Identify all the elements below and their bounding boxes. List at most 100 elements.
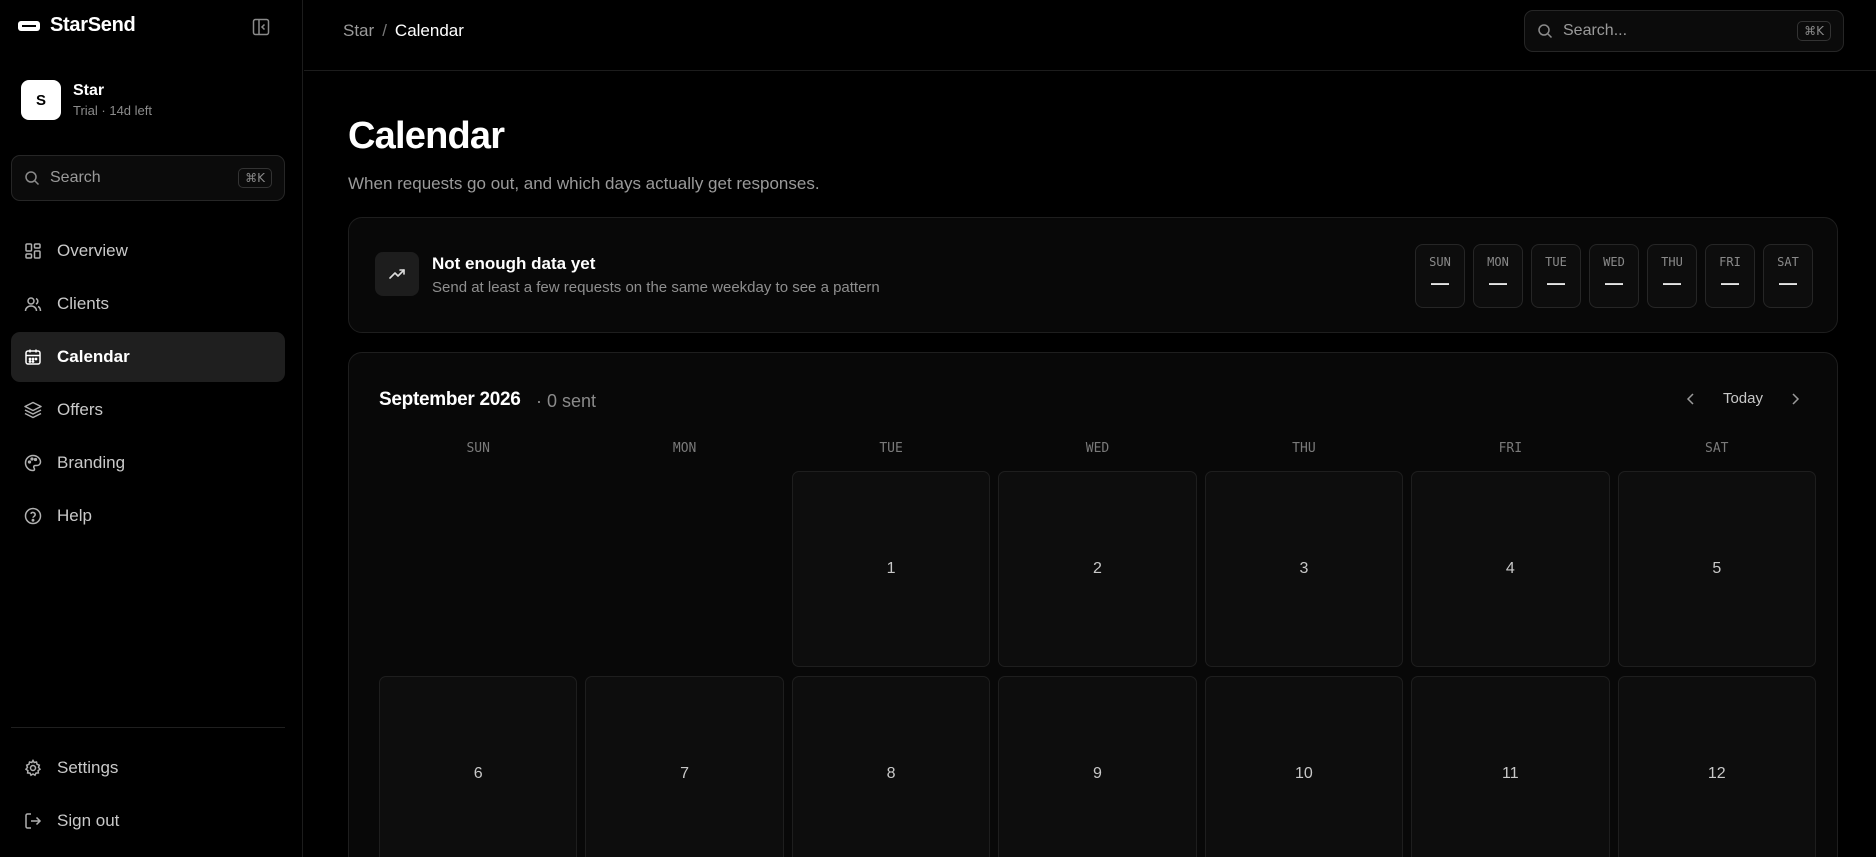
calendar-nav: Today [1683, 390, 1803, 407]
calendar-day-empty [585, 471, 783, 667]
help-circle-icon [23, 506, 43, 526]
weekday-header-row: SUN MON TUE WED THU FRI SAT [379, 441, 1816, 456]
search-icon [24, 170, 40, 186]
layers-icon [23, 400, 43, 420]
topbar: Star / Calendar Search... ⌘K [304, 0, 1876, 71]
weekday-stats: SUN — MON — TUE — WED — THU — FRI — SAT — [1415, 244, 1813, 308]
sidebar-item-sign-out[interactable]: Sign out [11, 796, 285, 846]
global-search[interactable]: Search... ⌘K [1524, 10, 1844, 52]
weekday-header: FRI [1498, 441, 1523, 456]
weekday-insight-card: Not enough data yet Send at least a few … [348, 217, 1838, 333]
calendar-day[interactable]: 10 [1204, 676, 1404, 857]
grid-icon [23, 241, 43, 261]
calendar-month-title: September 2026 [379, 389, 521, 410]
trending-up-icon [375, 252, 419, 296]
sign-out-icon [23, 811, 43, 831]
chevron-left-icon[interactable] [1683, 391, 1699, 407]
breadcrumb-item-calendar: Calendar [394, 21, 464, 40]
sidebar-divider [11, 727, 285, 728]
weekday-stat: THU — [1647, 244, 1697, 308]
sidebar-item-label: Clients [57, 294, 109, 313]
calendar-day[interactable]: 1 [791, 471, 991, 667]
calendar-icon [23, 347, 43, 367]
insight-title: Not enough data yet [432, 254, 596, 273]
calendar-day[interactable]: 4 [1411, 471, 1610, 667]
search-icon [1537, 23, 1553, 39]
sidebar-collapse-icon[interactable] [251, 17, 271, 37]
weekday-header: SAT [1705, 441, 1729, 456]
avatar: S [21, 80, 61, 120]
weekday-stat-label: THU [1661, 255, 1683, 269]
calendar-sent-count: · 0 sent [536, 391, 597, 411]
global-search-placeholder: Search... [1563, 22, 1628, 39]
sidebar-item-settings[interactable]: Settings [11, 743, 285, 793]
calendar-day[interactable]: 8 [791, 676, 991, 857]
page-subtitle: When requests go out, and which days act… [348, 174, 820, 193]
breadcrumb-item-star[interactable]: Star [343, 21, 374, 41]
weekday-stat-label: WED [1603, 255, 1625, 269]
calendar-day[interactable]: 9 [998, 676, 1197, 857]
calendar-day[interactable]: 7 [585, 676, 784, 857]
sidebar-item-label: Overview [57, 241, 128, 260]
sidebar-item-offers[interactable]: Offers [11, 385, 285, 435]
sidebar-bottom-nav: Settings Sign out [11, 743, 285, 849]
weekday-stat-value: — [1547, 273, 1565, 293]
search-shortcut: ⌘K [1797, 21, 1831, 41]
sidebar-item-label: Sign out [57, 811, 120, 830]
weekday-stat-label: SAT [1777, 255, 1799, 269]
sidebar-item-help[interactable]: Help [11, 491, 285, 541]
sidebar-item-label: Help [57, 506, 92, 525]
weekday-stat-label: MON [1487, 255, 1509, 269]
weekday-stat: FRI — [1705, 244, 1755, 308]
account-switcher[interactable]: S Star Trial · 14d left [21, 80, 152, 120]
weekday-header: SUN [466, 441, 490, 456]
brand-name: StarSend [50, 14, 136, 36]
calendar-day[interactable]: 12 [1617, 676, 1816, 857]
calendar-day[interactable]: 3 [1204, 471, 1404, 667]
sidebar-item-label: Settings [57, 758, 119, 777]
weekday-header: TUE [879, 441, 903, 456]
calendar-day[interactable]: 2 [998, 471, 1197, 667]
weekday-stat-label: FRI [1719, 255, 1741, 269]
weekday-stat: SUN — [1415, 244, 1465, 308]
users-icon [23, 294, 43, 314]
weekday-stat-value: — [1721, 273, 1739, 293]
weekday-stat-label: TUE [1545, 255, 1567, 269]
weekday-header: WED [1085, 441, 1110, 456]
sidebar-item-label: Calendar [57, 347, 130, 366]
sidebar-item-label: Branding [57, 453, 126, 472]
page-title: Calendar [348, 115, 505, 157]
insight-subtitle: Send at least a few requests on the same… [432, 279, 880, 296]
sidebar-search[interactable]: Search ⌘K [11, 155, 285, 201]
search-shortcut: ⌘K [238, 168, 272, 188]
calendar-grid: 1 2 3 4 5 6 7 8 9 10 11 12 [379, 471, 1816, 857]
sidebar-item-label: Offers [57, 400, 103, 419]
sidebar-item-clients[interactable]: Clients [11, 279, 285, 329]
palette-icon [23, 453, 43, 473]
breadcrumb: Star / Calendar [343, 21, 464, 41]
sidebar-search-placeholder: Search [50, 169, 101, 186]
sidebar-item-calendar[interactable]: Calendar [11, 332, 285, 382]
weekday-stat-value: — [1431, 273, 1449, 293]
account-plan: Trial · 14d left [73, 103, 152, 118]
chevron-right-icon[interactable] [1787, 391, 1803, 407]
sidebar: StarSend S Star Trial · 14d left Search … [0, 0, 303, 857]
weekday-stat-label: SUN [1429, 255, 1451, 269]
calendar-card: September 2026 · 0 sent Today SUN MON TU… [348, 352, 1838, 857]
today-button[interactable]: Today [1723, 390, 1763, 407]
weekday-stat: TUE — [1531, 244, 1581, 308]
calendar-day[interactable]: 11 [1411, 676, 1610, 857]
sidebar-item-branding[interactable]: Branding [11, 438, 285, 488]
sidebar-item-overview[interactable]: Overview [11, 226, 285, 276]
calendar-day[interactable]: 6 [379, 676, 578, 857]
brand[interactable]: StarSend [18, 14, 136, 37]
weekday-stat-value: — [1605, 273, 1623, 293]
brand-logo-icon [18, 20, 40, 31]
weekday-stat-value: — [1779, 273, 1797, 293]
calendar-day[interactable]: 5 [1617, 471, 1816, 667]
sidebar-nav: Overview Clients Calendar Offers Brandin… [11, 226, 285, 544]
weekday-stat-value: — [1663, 273, 1681, 293]
weekday-stat: WED — [1589, 244, 1639, 308]
gear-icon [23, 758, 43, 778]
weekday-stat-value: — [1489, 273, 1507, 293]
